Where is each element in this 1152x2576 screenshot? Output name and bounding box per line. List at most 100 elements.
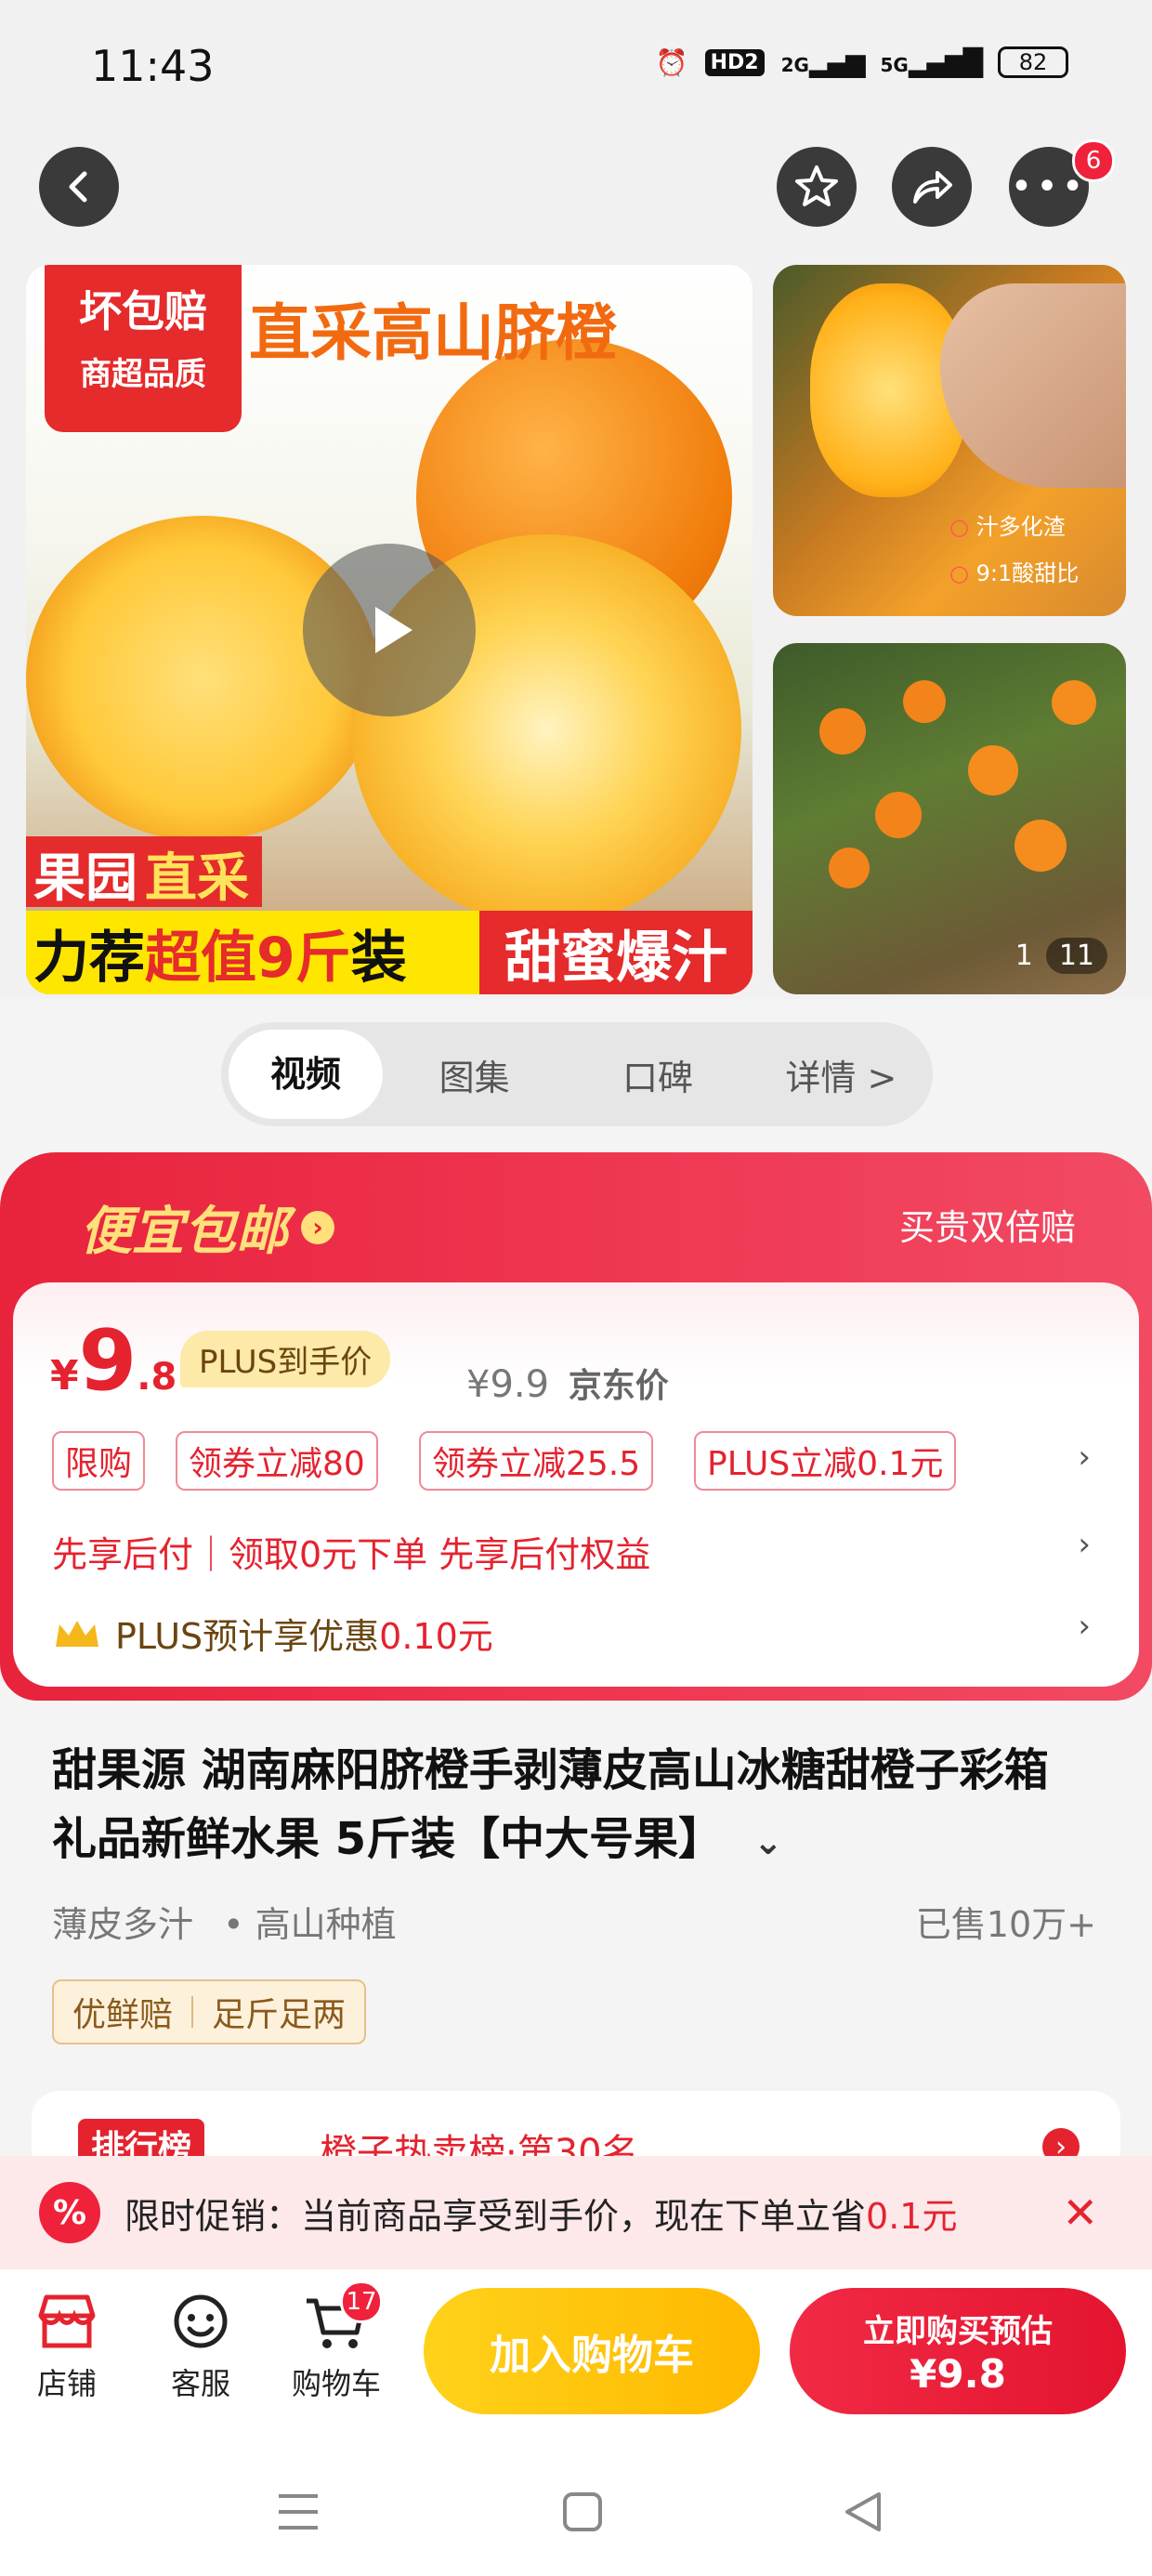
back-nav-button[interactable] (842, 2491, 884, 2537)
sold-count: 已售10万+ (915, 1904, 1096, 1945)
plus-price-label: PLUS到手价 (180, 1331, 391, 1387)
favorite-button[interactable] (777, 147, 857, 227)
slogan-a: 力荐 (33, 925, 145, 991)
hd-icon: HD2 (704, 48, 765, 76)
add-to-cart-button[interactable]: 加入购物车 (424, 2288, 760, 2414)
buy-now-button[interactable]: 立即购买预估 ¥9.8 (790, 2288, 1126, 2414)
feature-1: 薄皮多汁 (52, 1904, 194, 1945)
slogan-c: 装 (350, 925, 407, 991)
pay-later-chevron-icon[interactable]: › (1078, 1526, 1091, 1563)
promo-text-value: 0.1元 (866, 2195, 958, 2237)
fruit-dot (968, 745, 1018, 795)
price-card: 便宜包邮 › 买贵双倍赔 ¥ 9 .8 PLUS到手价 ¥9.9 京东价 限购 … (0, 1152, 1152, 1701)
quality-badge: 坏包赔 商超品质 (45, 265, 242, 432)
price-main: ¥ 9 .8 (50, 1320, 177, 1403)
menu-nav-button[interactable] (275, 2491, 321, 2537)
slogan-b: 超值9斤 (145, 925, 351, 991)
net-label-1: 2G (780, 53, 809, 76)
promo-text-prefix: 限时促销：当前商品享受到手价，现在下单立省 (124, 2195, 867, 2237)
tab-album[interactable]: 图集 (383, 1049, 566, 1100)
side-image-juice[interactable]: ○ 汁多化渣 ○ 9:1酸甜比 (773, 265, 1126, 616)
fruit-dot (1052, 680, 1096, 725)
status-bar: 11:43 ⏰ HD2 2G▂▄▆ 5G▂▄▆█ 82 (0, 0, 1152, 139)
double-compensation-label: 买贵双倍赔 (898, 1207, 1076, 1248)
counter-current: 1 (1015, 940, 1033, 972)
badge-line-1: 坏包赔 (79, 286, 207, 336)
plus-chevron-icon[interactable]: › (1078, 1608, 1091, 1645)
tab-reviews[interactable]: 口碑 (566, 1049, 749, 1100)
side-image-orchard[interactable]: 1 11 (773, 643, 1126, 994)
top-nav: ••• 6 (0, 139, 1152, 265)
coupon-25-5[interactable]: 领券立减25.5 (419, 1431, 654, 1491)
banner-tag-a: 果园 (26, 836, 145, 909)
pay-later-row[interactable]: 先享后付｜领取0元下单 先享后付权益 (52, 1526, 650, 1577)
customer-service-icon (174, 2294, 228, 2348)
status-icons: ⏰ HD2 2G▂▄▆ 5G▂▄▆█ 82 (656, 46, 1068, 78)
price-inner: ¥ 9 .8 PLUS到手价 ¥9.9 京东价 限购 领券立减80 领券立减25… (13, 1282, 1139, 1687)
service-button[interactable]: 客服 (145, 2292, 256, 2403)
chevron-left-icon (69, 171, 87, 203)
jd-price-value: ¥9.9 (466, 1363, 550, 1406)
promo-text: 限时促销：当前商品享受到手价，现在下单立省0.1元 (124, 2188, 957, 2239)
signal-2g-icon: 2G▂▄▆ (780, 46, 866, 78)
banner-title: 直采高山脐橙 (249, 297, 617, 369)
home-nav-button[interactable] (561, 2491, 604, 2537)
free-shipping-header[interactable]: 便宜包邮 › (80, 1189, 334, 1265)
battery-icon: 82 (998, 46, 1068, 78)
coupon-chevron-icon[interactable]: › (1078, 1439, 1091, 1476)
tab-video[interactable]: 视频 (229, 1030, 383, 1119)
plus-estimate-value: 0.10元 (379, 1616, 493, 1657)
store-label: 店铺 (36, 2366, 97, 2401)
share-icon (913, 171, 952, 204)
product-features: 薄皮多汁 • 高山种植 (52, 1896, 397, 1947)
media-tabs: 视频 图集 口碑 详情 > (221, 1022, 933, 1126)
crown-icon (56, 1620, 98, 1647)
dot-icon: ○ (949, 514, 969, 540)
service-tags[interactable]: 优鲜赔 足斤足两 (52, 1979, 367, 2044)
price-currency: ¥ (50, 1352, 79, 1400)
back-button[interactable] (39, 147, 119, 227)
buy-now-price: ¥9.8 (910, 2351, 1006, 2397)
share-button[interactable] (892, 147, 972, 227)
cart-label: 购物车 (291, 2366, 381, 2401)
coupon-80[interactable]: 领券立减80 (176, 1431, 378, 1491)
net-label-2: 5G (880, 53, 909, 76)
media-gallery: 坏包赔 商超品质 直采高山脐橙 果园 直采 力荐 超值9斤 装 甜蜜爆汁 ○ 汁… (0, 265, 1152, 999)
chevron-down-icon[interactable]: ⌄ (753, 1821, 783, 1862)
side-label-1-text: 汁多化渣 (975, 514, 1066, 540)
gallery-counter: 1 11 (1015, 938, 1107, 974)
banner-tag-orchard: 果园 直采 (26, 836, 262, 909)
coupon-plus[interactable]: PLUS立减0.1元 (694, 1431, 957, 1491)
product-title: 甜果源 湖南麻阳脐橙手剥薄皮高山冰糖甜橙子彩箱礼品新鲜水果 5斤装【中大号果】 … (52, 1736, 1074, 1876)
banner-bottom-slogan: 力荐 超值9斤 装 甜蜜爆汁 (26, 911, 753, 994)
plus-estimate-row[interactable]: PLUS预计享优惠 0.10元 (52, 1608, 493, 1659)
promo-bar[interactable]: % 限时促销：当前商品享受到手价，现在下单立省0.1元 ✕ (0, 2156, 1152, 2269)
feature-2: • 高山种植 (223, 1904, 397, 1945)
side-label-1: ○ 汁多化渣 (949, 508, 1066, 541)
main-product-image[interactable]: 坏包赔 商超品质 直采高山脐橙 果园 直采 力荐 超值9斤 装 甜蜜爆汁 (26, 265, 753, 994)
product-title-text: 甜果源 湖南麻阳脐橙手剥薄皮高山冰糖甜橙子彩箱礼品新鲜水果 5斤装【中大号果】 (52, 1744, 1049, 1865)
play-video-button[interactable] (303, 544, 476, 716)
tag-full-weight: 足斤足两 (212, 1996, 347, 2034)
free-shipping-label: 便宜包邮 (80, 1202, 288, 1262)
more-badge: 6 (1072, 139, 1115, 182)
buy-now-label: 立即购买预估 (863, 2313, 1053, 2350)
menu-icon (279, 2494, 318, 2530)
close-icon[interactable]: ✕ (1062, 2188, 1098, 2238)
hand-shape (940, 283, 1126, 488)
status-time: 11:43 (91, 41, 215, 91)
store-button[interactable]: 店铺 (11, 2292, 123, 2403)
tag-fresh-guarantee: 优鲜赔 (72, 1996, 174, 2034)
price-integer: 9 (78, 1312, 137, 1410)
tab-details[interactable]: 详情 > (750, 1049, 933, 1100)
fruit-dot (875, 792, 922, 838)
badge-line-2: 商超品质 (80, 356, 206, 393)
discount-icon: % (39, 2182, 100, 2243)
jd-price-label: 京东价 (568, 1367, 669, 1405)
side-label-2: ○ 9:1酸甜比 (949, 555, 1079, 587)
coupon-limit[interactable]: 限购 (52, 1431, 146, 1491)
signal-5g-icon: 5G▂▄▆█ (880, 46, 983, 78)
chevron-circle-icon: › (301, 1210, 334, 1244)
fruit-dot (829, 848, 870, 888)
fruit-dot (819, 708, 866, 755)
